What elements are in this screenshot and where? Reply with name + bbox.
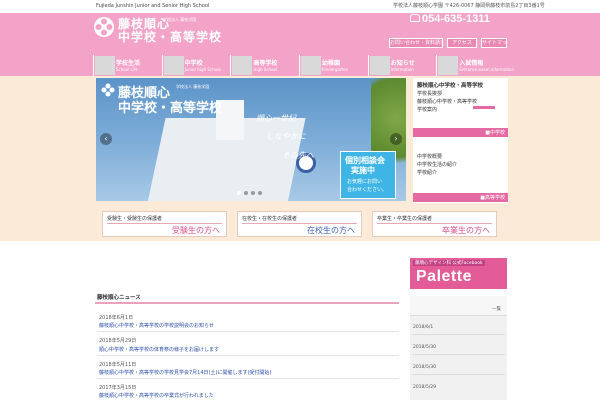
portal-alumni[interactable]: 卒業生・卒業生の保護者 卒業生の方へ — [372, 211, 497, 237]
news-date: 2018年6月1日 — [99, 315, 134, 321]
post-date[interactable]: 2018/6/1 — [413, 325, 433, 330]
logo-corporation: 学校法人 藤枝学園 — [163, 17, 197, 22]
slide-tagline-1: 順心一世紀 — [256, 114, 296, 123]
slider-dot[interactable] — [244, 191, 248, 195]
side-link[interactable]: 学校紹介 — [417, 169, 437, 176]
portal-link[interactable]: 受験生の方へ — [172, 225, 220, 236]
slider-next-button[interactable]: › — [390, 133, 402, 145]
post-date[interactable]: 2018/5/29 — [413, 385, 436, 390]
post-date[interactable]: 2018/5/30 — [413, 345, 436, 350]
news-title: 藤枝順心ニュース — [97, 295, 141, 301]
slider-dot[interactable] — [258, 191, 262, 195]
slide-corporation: 学校法人 藤枝学園 — [176, 84, 210, 89]
slide-tagline-3: その先へ — [282, 151, 314, 160]
nav-item-high-school[interactable]: 高等学校 High School — [230, 55, 300, 76]
side-link[interactable]: 学校案内 — [417, 106, 437, 113]
side-menu-title: 藤枝順心中学校・高等学校 — [417, 83, 484, 89]
side-post-list: 一覧 2018/6/1 2018/5/30 2018/5/30 2018/5/2… — [410, 296, 507, 400]
side-menu: 藤枝順心中学校・高等学校 学校長挨拶 藤枝順心中学校・高等学校 学校案内 ■中学… — [413, 78, 508, 203]
palette-facebook-banner[interactable]: 藤順心デザイン科 公式Facebook Palette — [410, 258, 507, 289]
school-english-name: Fujieda Junshin Junior and Senior High S… — [96, 3, 210, 9]
news-link[interactable]: 藤枝順心中学校・高等学校の学校見学会7月14日(土)に開催します(受付開始) — [99, 369, 271, 376]
news-link[interactable]: 藤枝順心中学校・高等学校の学校説明会のお知らせ — [99, 322, 214, 329]
portal-link[interactable]: 在校生の方へ — [307, 225, 355, 236]
nav-thumb-image — [369, 56, 390, 75]
hero-slider[interactable]: 藤枝順心 学校法人 藤枝学園 中学校・高等学校 順心一世紀 しなやかに その先へ… — [96, 78, 406, 201]
banner-caption: 藤順心デザイン科 公式Facebook — [413, 260, 485, 266]
nav-item-junior-high[interactable]: 中学校 Junior high School — [161, 55, 231, 76]
slide-school-name2: 中学校・高等学校 — [118, 101, 223, 116]
access-button[interactable]: アクセス — [447, 38, 477, 48]
nav-item-entrance-exam[interactable]: 入試情報 Entrance exam information — [436, 55, 514, 76]
phone-number: 054-635-1311 — [410, 13, 490, 25]
school-emblem-icon — [94, 17, 114, 37]
news-section: 藤枝順心ニュース 2018年6月1日 藤枝順心中学校・高等学校の学校説明会のお知… — [93, 289, 399, 400]
contact-button[interactable]: お問い合わせ・資料請求 — [389, 38, 443, 48]
side-section-high[interactable]: ■高等学校 — [413, 193, 508, 202]
side-accent — [473, 106, 495, 109]
portal-students[interactable]: 在校生・在校生の保護者 在校生の方へ — [237, 211, 362, 237]
news-date: 2018年5月29日 — [99, 338, 137, 344]
nav-item-school-life[interactable]: 学校生活 School Life — [93, 55, 162, 76]
nav-thumb-image — [163, 56, 184, 75]
post-date[interactable]: 2018/5/30 — [413, 365, 436, 370]
news-date: 2018年5月11日 — [99, 362, 137, 368]
nav-thumb-image — [232, 56, 253, 75]
nav-item-kindergarten[interactable]: 幼稚園 Kindergarten — [299, 55, 368, 76]
slide-emblem-icon — [101, 83, 115, 97]
side-link[interactable]: 中学校生活の紹介 — [417, 161, 457, 168]
portal-applicants[interactable]: 受験生・受験生の保護者 受験生の方へ — [102, 211, 227, 237]
site-header: 藤枝順心 学校法人 藤枝学園 中学校・高等学校 054-635-1311 お問い… — [0, 13, 600, 76]
slider-prev-button[interactable]: ‹ — [100, 133, 112, 145]
side-section-junior[interactable]: ■中学校 — [413, 128, 508, 137]
news-date: 2017年3月15日 — [99, 385, 137, 391]
logo-name-line2: 中学校・高等学校 — [118, 30, 223, 44]
nav-item-information[interactable]: お知らせ Information — [367, 55, 437, 76]
slider-dot[interactable] — [237, 191, 241, 195]
sitemap-button[interactable]: サイトマップ — [481, 38, 507, 48]
side-link[interactable]: 藤枝順心中学校・高等学校 — [417, 98, 477, 105]
global-nav: 学校生活 School Life 中学校 Junior high School … — [93, 55, 514, 76]
banner-logo-text: Palette — [416, 268, 472, 285]
more-link[interactable]: 一覧 — [492, 306, 501, 312]
slide-tagline-2: しなやかに — [266, 132, 306, 141]
news-link[interactable]: 順心中学校・高等学校の体育祭の様子をお届けします — [99, 346, 219, 353]
slider-dots — [237, 191, 262, 195]
nav-thumb-image — [95, 56, 115, 75]
school-address: 学校法人藤枝順心学園 〒426-0067 静岡県藤枝市前島2丁目3番1号 — [393, 3, 545, 9]
nav-thumb-image — [301, 56, 322, 75]
side-link[interactable]: 学校長挨拶 — [417, 90, 442, 97]
portal-link[interactable]: 卒業生の方へ — [442, 225, 490, 236]
news-link[interactable]: 藤枝順心中学校・高等学校の卒業式が行われました — [99, 392, 214, 399]
nav-thumb-image — [438, 56, 459, 75]
top-bar: Fujieda Junshin Junior and Senior High S… — [0, 0, 600, 13]
consultation-banner[interactable]: 個別相談会 実施中 お気軽にお問い 合わせください。 — [340, 151, 396, 199]
side-link[interactable]: 中学校概要 — [417, 153, 442, 160]
slider-dot[interactable] — [251, 191, 255, 195]
site-logo[interactable]: 藤枝順心 学校法人 藤枝学園 中学校・高等学校 — [93, 14, 243, 48]
phone-icon — [410, 14, 420, 22]
